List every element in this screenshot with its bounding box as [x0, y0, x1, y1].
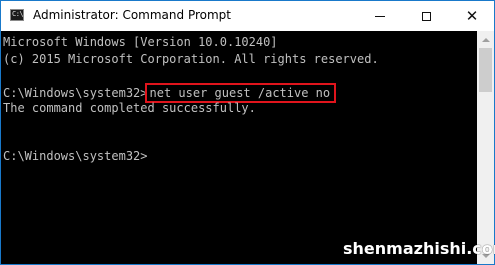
close-button[interactable]: ✕	[449, 1, 495, 31]
console-line: The command completed successfully.	[3, 101, 256, 115]
maximize-button[interactable]	[403, 1, 449, 31]
title-bar[interactable]: C:\ Administrator: Command Prompt ✕	[1, 1, 494, 31]
cmd-app-icon[interactable]: C:\	[10, 9, 24, 21]
prompt-line: C:\Windows\system32>	[3, 149, 148, 163]
console-output[interactable]: Microsoft Windows [Version 10.0.10240] (…	[1, 31, 477, 264]
watermark: shenmazhishi.com	[343, 239, 495, 258]
icon-label: C:\	[12, 10, 24, 18]
console-line: (c) 2015 Microsoft Corporation. All righ…	[3, 52, 379, 66]
scroll-up-button[interactable]	[477, 31, 494, 48]
console-line: Microsoft Windows [Version 10.0.10240]	[3, 35, 278, 49]
close-icon: ✕	[465, 7, 479, 25]
prompt-line: C:\Windows\system32> net user guest /acti…	[3, 83, 337, 103]
window-title: Administrator: Command Prompt	[33, 8, 231, 22]
chevron-up-icon	[481, 37, 490, 42]
vertical-scrollbar[interactable]	[477, 31, 494, 264]
maximize-icon	[421, 11, 431, 21]
prompt-text: C:\Windows\system32>	[3, 86, 148, 100]
minimize-icon	[375, 15, 385, 17]
highlighted-command: net user guest /active no	[144, 83, 337, 103]
minimize-button[interactable]	[357, 1, 403, 31]
command-prompt-window: C:\ Administrator: Command Prompt ✕ Micr…	[0, 0, 495, 265]
scroll-thumb[interactable]	[479, 48, 492, 92]
